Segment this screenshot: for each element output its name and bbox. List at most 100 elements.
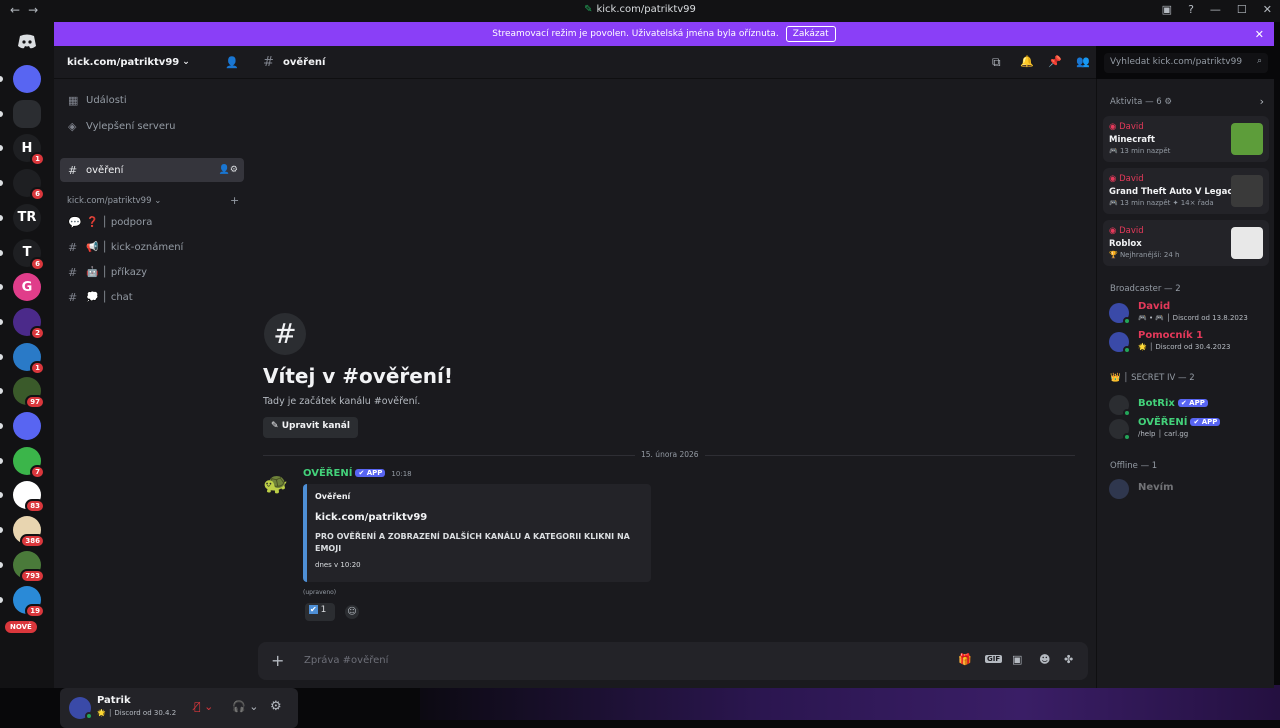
activity-card[interactable]: ◉ David Grand Theft Auto V Legacy 🎮 13 min… bbox=[1103, 168, 1269, 214]
server-icon[interactable]: 83 bbox=[13, 481, 45, 514]
server-icon[interactable]: H1 bbox=[13, 134, 45, 167]
server-icon[interactable]: 19 bbox=[13, 585, 45, 618]
member-name: David bbox=[1138, 301, 1171, 312]
gif-icon[interactable]: GIF bbox=[985, 655, 1003, 663]
chevron-right-icon[interactable]: › bbox=[1260, 95, 1264, 108]
server-icon[interactable]: 2 bbox=[13, 307, 45, 340]
unread-pill bbox=[0, 353, 3, 360]
offline-header: Offline — 1 bbox=[1110, 461, 1158, 471]
maximize-icon[interactable]: ☐ bbox=[1237, 3, 1247, 16]
threads-icon[interactable]: ⧉ bbox=[992, 55, 1001, 70]
server-icon[interactable]: G bbox=[13, 273, 41, 302]
chevron-down-icon: ⌄ bbox=[182, 57, 190, 67]
unread-badge: 97 bbox=[25, 395, 45, 410]
member-list-icon[interactable]: 👥 bbox=[1076, 55, 1090, 68]
server-icon[interactable]: 1 bbox=[13, 342, 45, 375]
edited-label: (upraveno) bbox=[303, 589, 337, 596]
member-broadcasters[interactable]: Pomocník 1 🌟 │ Discord od 30.4.2023 bbox=[1109, 330, 1269, 358]
edit-channel-button[interactable]: ✎ Upravit kanál bbox=[263, 417, 358, 438]
server-icon[interactable]: T6 bbox=[13, 238, 45, 271]
emoji-icon[interactable]: ☻ bbox=[1039, 653, 1050, 666]
channel-hash-icon: # bbox=[264, 313, 306, 355]
new-badge[interactable]: NOVÉ bbox=[5, 621, 37, 633]
unread-badge: 2 bbox=[30, 325, 45, 340]
activity-meta: 🎮 13 min nazpět bbox=[1109, 147, 1171, 155]
bot-avatar[interactable]: 🐢 bbox=[263, 471, 291, 495]
discord-home-icon[interactable] bbox=[13, 28, 41, 56]
embed-footer: dnes v 10:20 bbox=[315, 561, 361, 569]
server-icon[interactable]: 793 bbox=[13, 550, 45, 583]
channel-overeni[interactable]: # ověření 👤⚙ bbox=[60, 158, 244, 182]
server-boost-item[interactable]: ◈ Vylepšení serveru bbox=[60, 114, 244, 138]
category-header[interactable]: kick.com/patriktv99 ⌄ bbox=[67, 196, 161, 206]
mute-mic-icon[interactable]: 🎙̸ ⌄ bbox=[194, 700, 213, 713]
server-header[interactable]: kick.com/patriktv99 ⌄ 👤 bbox=[54, 46, 250, 79]
member-offline[interactable]: Nevím bbox=[1109, 477, 1269, 505]
server-icon[interactable] bbox=[13, 65, 41, 93]
activity-card[interactable]: ◉ David Roblox 🏆 Nejhranější: 24 h bbox=[1103, 220, 1269, 266]
hash-icon: # bbox=[68, 240, 78, 254]
unread-pill bbox=[0, 423, 3, 429]
add-user-icon[interactable]: 👤 bbox=[225, 56, 239, 69]
unread-pill bbox=[0, 284, 3, 291]
member-broadcasters[interactable]: David 🎮 • 🎮 │ Discord od 13.8.2023 bbox=[1109, 301, 1269, 329]
unread-badge: 19 bbox=[25, 603, 45, 618]
add-reaction-icon[interactable]: ☺ bbox=[345, 605, 359, 619]
channel-podpora[interactable]: 💬 ❓ │ podpora bbox=[60, 210, 244, 234]
activity-header: Aktivita — 6 ⚙ bbox=[1110, 97, 1173, 107]
unread-pill bbox=[0, 180, 3, 187]
server-icon[interactable]: 7 bbox=[13, 446, 45, 479]
unread-pill bbox=[0, 492, 3, 499]
sticker-icon[interactable]: ▣ bbox=[1012, 653, 1022, 666]
unread-pill bbox=[0, 318, 3, 325]
apps-icon[interactable]: ✤ bbox=[1064, 653, 1073, 666]
screen-share-icon[interactable]: ▣ bbox=[1162, 3, 1172, 16]
online-status-icon bbox=[1123, 317, 1131, 325]
member-status: 🎮 • 🎮 │ Discord od 13.8.2023 bbox=[1138, 314, 1248, 322]
minimize-icon[interactable]: — bbox=[1210, 3, 1221, 16]
server-icon[interactable]: 386 bbox=[13, 516, 45, 549]
reaction-checkmark[interactable]: ✔ 1 bbox=[305, 603, 335, 621]
help-icon[interactable]: ? bbox=[1188, 3, 1194, 16]
channel-chat[interactable]: # 💭 │ chat bbox=[60, 285, 244, 309]
add-attachment-icon[interactable]: + bbox=[271, 651, 284, 670]
online-status-icon bbox=[1123, 346, 1131, 354]
avatar bbox=[1109, 479, 1129, 499]
add-channel-icon[interactable]: + bbox=[230, 194, 239, 207]
search-input[interactable]: Vyhledat kick.com/patriktv99 ⌕ bbox=[1104, 53, 1268, 73]
message-author[interactable]: OVĚŘENÍ ✔ APP 10:18 bbox=[303, 468, 412, 479]
close-banner-icon[interactable]: ✕ bbox=[1255, 28, 1264, 41]
channel-title: ověření bbox=[283, 57, 326, 68]
server-icon[interactable]: 97 bbox=[13, 377, 45, 410]
bell-icon[interactable]: 🔔 bbox=[1020, 55, 1034, 68]
gift-icon[interactable]: 🎁 bbox=[958, 653, 972, 666]
channel-kick-oznameni[interactable]: # 📢 │ kick-oznámení bbox=[60, 235, 244, 259]
pin-icon[interactable]: 📌 bbox=[1048, 55, 1062, 68]
forum-icon: 💬 bbox=[68, 215, 82, 229]
check-icon: ✔ bbox=[309, 605, 318, 614]
message-time: 10:18 bbox=[391, 470, 412, 478]
activity-game: Minecraft bbox=[1109, 135, 1155, 145]
close-icon[interactable]: ✕ bbox=[1263, 3, 1272, 16]
server-icon[interactable]: TR bbox=[13, 203, 41, 232]
disable-button[interactable]: Zakázat bbox=[785, 26, 836, 42]
message-input[interactable]: + Zpráva #ověření 🎁 GIF ▣ ☻ ✤ bbox=[258, 642, 1088, 680]
activity-card[interactable]: ◉ David Minecraft 🎮 13 min nazpět bbox=[1103, 116, 1269, 162]
unread-badge: 386 bbox=[20, 534, 45, 549]
events-item[interactable]: ▦ Události bbox=[60, 88, 244, 112]
unread-pill bbox=[0, 214, 3, 221]
user-panel: Patrik 🌟 │ Discord od 30.4.2 🎙̸ ⌄ 🎧 ⌄ ⚙ bbox=[60, 688, 298, 728]
server-icon[interactable] bbox=[13, 99, 41, 128]
server-icon[interactable] bbox=[13, 412, 41, 440]
channel-settings-icon[interactable]: 👤⚙ bbox=[219, 165, 238, 175]
member-secret[interactable]: OVĚŘENÍ ✔ APP/help │ carl.gg bbox=[1109, 417, 1269, 445]
server-icon[interactable]: 6 bbox=[13, 169, 45, 202]
title-bar: ← → ✎ kick.com/patriktv99 ▣ ? — ☐ ✕ bbox=[0, 0, 1280, 22]
headphones-icon[interactable]: 🎧 ⌄ bbox=[232, 700, 258, 713]
server-initials: G bbox=[21, 279, 33, 295]
member-name: Pomocník 1 bbox=[1138, 330, 1204, 341]
user-status: 🌟 │ Discord od 30.4.2 bbox=[97, 709, 177, 717]
channel-prikazy[interactable]: # 🤖 │ příkazy bbox=[60, 260, 244, 284]
user-settings-icon[interactable]: ⚙ bbox=[270, 699, 282, 714]
unread-pill bbox=[0, 388, 3, 395]
